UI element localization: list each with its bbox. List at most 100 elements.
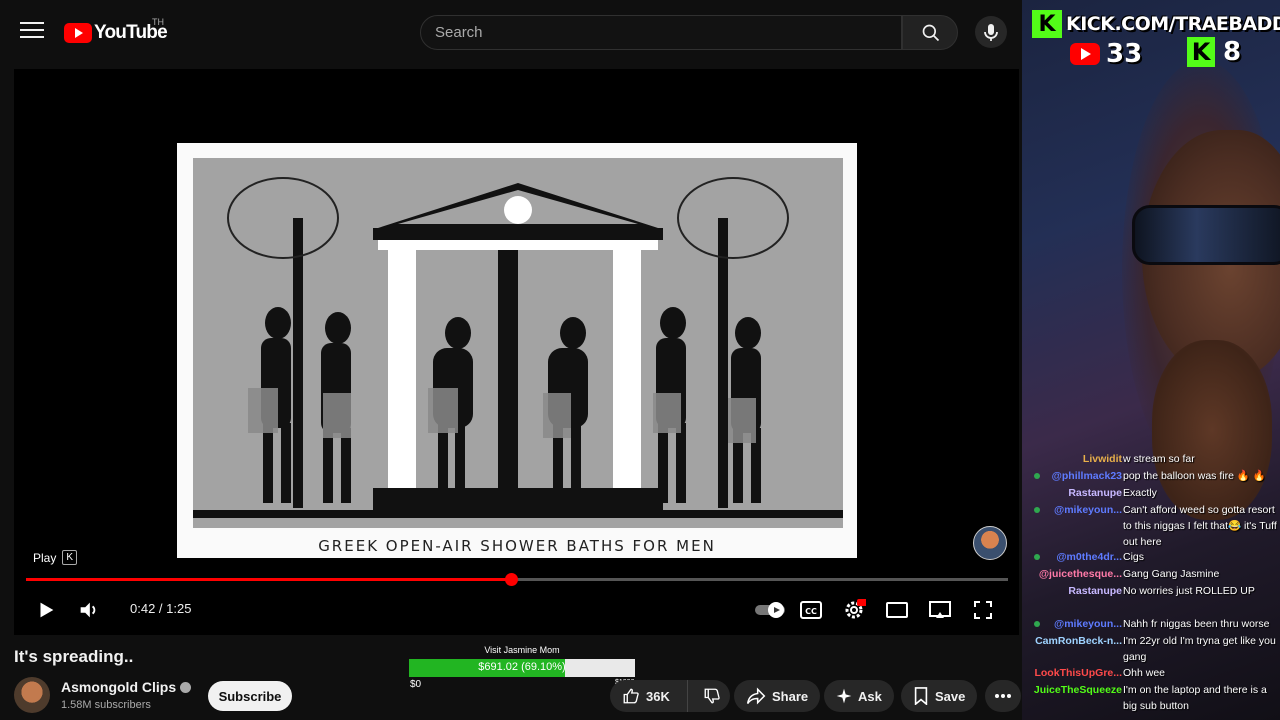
volume-button[interactable]	[76, 598, 100, 622]
save-label: Save	[935, 688, 966, 704]
chat-username: Rastanupe	[1068, 585, 1122, 597]
donation-amount: $691.02 (69.10%)	[478, 661, 566, 673]
kick-url-banner: K KICK.COM/TRAEBADDTV	[1032, 9, 1280, 39]
masthead: YouTube TH	[0, 0, 1022, 64]
play-tooltip: Play K	[33, 550, 78, 565]
dislike-button[interactable]	[694, 687, 730, 705]
search-button[interactable]	[902, 15, 958, 50]
closed-captions-icon: CC	[800, 601, 822, 619]
more-actions-button[interactable]	[985, 680, 1021, 712]
youtube-page: YouTube TH Search GREEK OPEN-AIR SHOWER …	[0, 0, 1022, 720]
country-code: TH	[152, 17, 164, 27]
progress-played	[26, 578, 512, 581]
chat-text: Cigs	[1123, 551, 1145, 563]
player-controls: 0:42 / 1:25 CC	[14, 590, 1019, 630]
chat-text: Ohh wee	[1123, 667, 1166, 679]
donation-label: Visit Jasmine Mom	[484, 645, 560, 655]
video-title: It's spreading..	[14, 647, 134, 666]
menu-icon[interactable]	[20, 22, 44, 42]
verified-icon	[180, 682, 192, 693]
play-button[interactable]	[34, 598, 58, 622]
subscribe-button[interactable]: Subscribe	[208, 681, 292, 711]
theater-mode-button[interactable]	[885, 598, 909, 622]
gear-icon	[845, 599, 866, 619]
ask-button[interactable]: Ask	[824, 680, 894, 712]
subscriber-count: 1.58M subscribers	[61, 699, 151, 711]
like-dislike-group: 36K	[610, 680, 730, 712]
chat-username: Rastanupe	[1068, 487, 1122, 499]
channel-avatar[interactable]	[14, 677, 50, 713]
svg-text:CC: CC	[805, 607, 817, 616]
settings-button[interactable]	[842, 598, 866, 622]
share-icon	[746, 687, 766, 705]
chat-text: Nahh fr niggas been thru worse	[1123, 618, 1270, 630]
like-button[interactable]: 36K	[610, 680, 689, 712]
chat-username: @mikeyoun...	[1053, 618, 1122, 630]
chat-badge-icon	[1034, 473, 1040, 479]
chat-username: CamRonBeck-n...	[1035, 635, 1122, 647]
share-button[interactable]: Share	[734, 680, 821, 712]
scrubber-handle[interactable]	[505, 573, 519, 586]
kick-url-text: KICK.COM/TRAEBADDTV	[1066, 13, 1280, 35]
youtube-viewers: 33	[1106, 39, 1143, 69]
streamer-webcam-overlay: K KICK.COM/TRAEBADDTV 33 K 8 Livwiditw s…	[1022, 0, 1280, 720]
channel-watermark[interactable]	[973, 526, 1007, 560]
streamer-sunglasses	[1132, 205, 1280, 265]
kick-logo-icon: K	[1032, 10, 1062, 38]
illustration-caption: GREEK OPEN-AIR SHOWER BATHS FOR MEN	[318, 537, 716, 555]
chat-username: @juicethesque...	[1038, 568, 1122, 580]
save-button[interactable]: Save	[901, 680, 978, 712]
chat-username: @mikeyoun...	[1053, 504, 1122, 516]
share-label: Share	[772, 688, 809, 704]
channel-name[interactable]: Asmongold Clips	[61, 679, 192, 695]
kick-badge-icon: K	[1187, 37, 1215, 67]
youtube-play-icon	[64, 23, 92, 43]
chat-username: JuiceTheSqueeze	[1033, 684, 1122, 696]
chat-text: Exactly	[1123, 487, 1157, 499]
search-box	[420, 15, 902, 50]
cast-button[interactable]	[928, 598, 952, 622]
search-input[interactable]	[421, 16, 901, 49]
search-icon	[922, 24, 940, 42]
video-frame: GREEK OPEN-AIR SHOWER BATHS FOR MEN	[177, 143, 857, 558]
autoplay-toggle[interactable]	[755, 598, 785, 622]
donation-goal-overlay: Visit Jasmine Mom $691.02 (69.10%) $0 $1…	[409, 645, 635, 690]
kick-viewer-count: K 8	[1187, 37, 1241, 67]
greek-vase-illustration	[193, 158, 843, 528]
chat-text: No worries just ROLLED UP	[1123, 585, 1255, 597]
microphone-icon	[975, 16, 1007, 48]
play-shortcut-key: K	[62, 550, 78, 565]
chat-badge-icon	[1034, 554, 1040, 560]
volume-icon	[80, 602, 96, 618]
chat-badge-icon	[1034, 507, 1040, 513]
youtube-viewer-count: 33	[1070, 39, 1142, 69]
fullscreen-button[interactable]	[971, 598, 995, 622]
illustration-figures	[193, 158, 843, 528]
chat-text: Can't afford weed so gotta resort to thi…	[1123, 504, 1277, 548]
chat-text: w stream so far	[1123, 453, 1195, 465]
channel-name-text[interactable]: Asmongold Clips	[61, 679, 176, 695]
subtitles-button[interactable]: CC	[799, 598, 823, 622]
autoplay-icon	[755, 602, 785, 618]
progress-bar[interactable]	[26, 573, 1008, 586]
chat-username: @phillmack23	[1051, 470, 1122, 482]
chat-username: LookThisUpGre...	[1034, 667, 1122, 679]
play-icon	[40, 602, 54, 618]
more-horizontal-icon	[995, 694, 1011, 698]
play-tooltip-label: Play	[33, 550, 57, 565]
voice-search-button[interactable]	[975, 16, 1007, 48]
chat-text: I'm on the laptop and there is a big sub…	[1123, 684, 1267, 712]
theater-icon	[886, 602, 908, 618]
chat-text: Gang Gang Jasmine	[1123, 568, 1220, 580]
chat-username: @m0the4dr...	[1056, 551, 1122, 563]
ask-label: Ask	[858, 688, 882, 704]
chat-text: I'm 22yr old I'm tryna get like you gang	[1123, 635, 1276, 663]
thumbs-up-icon	[623, 688, 639, 704]
sparkle-icon	[836, 688, 852, 704]
chat-text: pop the balloon was fire 🔥 🔥	[1123, 470, 1266, 482]
chat-username: Livwidit	[1082, 453, 1122, 465]
bookmark-icon	[914, 687, 928, 705]
thumbs-down-icon	[704, 688, 720, 704]
kick-viewers: 8	[1223, 37, 1242, 67]
youtube-badge-icon	[1070, 43, 1100, 65]
